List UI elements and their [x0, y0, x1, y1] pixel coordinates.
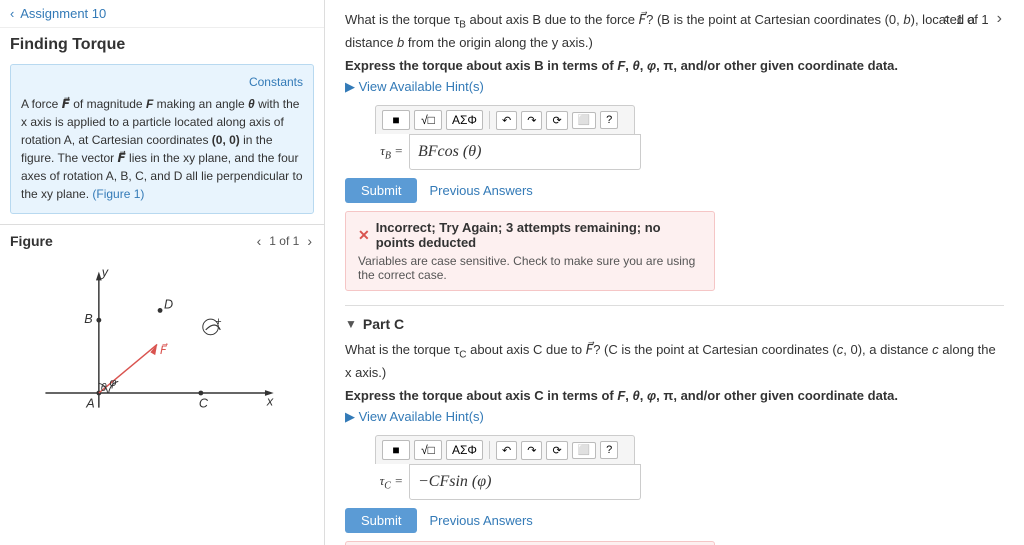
part-c-prev-answers[interactable]: Previous Answers [429, 513, 532, 528]
part-c-section: ▼ Part C What is the torque τC about axi… [345, 316, 1004, 545]
part-b-submit-row: Submit Previous Answers [345, 178, 1004, 203]
figure-svg: y x B D A [10, 257, 314, 427]
pagination-next[interactable]: › [995, 10, 1004, 28]
part-c-title: Part C [363, 316, 404, 332]
part-b-express: Express the torque about axis B in terms… [345, 58, 1004, 73]
part-c-submit-btn[interactable]: Submit [345, 508, 417, 533]
part-c-undo-btn[interactable]: ↶ [496, 441, 517, 460]
left-panel: ‹ Assignment 10 Finding Torque Constants… [0, 0, 325, 545]
toolbar-sep-1 [489, 111, 490, 129]
part-b-undo-btn[interactable]: ↶ [496, 111, 517, 130]
assignment-header: ‹ Assignment 10 [0, 0, 324, 28]
part-b-submit-btn[interactable]: Submit [345, 178, 417, 203]
figure-title: Figure [10, 233, 53, 249]
part-b-matrix-btn[interactable]: ■ [382, 110, 410, 130]
part-c-input[interactable]: − CF sin (φ) [409, 464, 641, 500]
pagination-prev[interactable]: ‹ [941, 10, 950, 28]
assignment-back-label: Assignment 10 [20, 6, 106, 21]
part-b-prev-answers[interactable]: Previous Answers [429, 183, 532, 198]
figure-next-btn[interactable]: › [305, 233, 314, 249]
part-b-input-row: τB = BF cos (θ) [375, 134, 1004, 170]
svg-text:y: y [101, 265, 109, 279]
part-b-help-btn[interactable]: ? [600, 111, 618, 129]
part-b-error-icon: ✕ [358, 227, 370, 244]
part-b-keyboard-btn[interactable]: ⬜ [572, 112, 596, 129]
part-c-matrix-btn[interactable]: ■ [382, 440, 410, 460]
part-b-feedback-title: Incorrect; Try Again; 3 attempts remaini… [376, 220, 702, 250]
svg-text:F⃗: F⃗ [160, 343, 168, 357]
part-c-collapse-icon[interactable]: ▼ [345, 317, 357, 331]
part-c-question: What is the torque τC about axis C due t… [345, 340, 1004, 382]
part-c-hint-link[interactable]: ▶ View Available Hint(s) [345, 409, 1004, 425]
part-b-feedback: ✕ Incorrect; Try Again; 3 attempts remai… [345, 211, 715, 291]
part-c-express: Express the torque about axis C in terms… [345, 388, 1004, 403]
part-b-hint-arrow: ▶ [345, 79, 355, 94]
part-c-input-row: τC = − CF sin (φ) [375, 464, 1004, 500]
part-b-feedback-header: ✕ Incorrect; Try Again; 3 attempts remai… [358, 220, 702, 250]
part-b-question: What is the torque τB about axis B due t… [345, 10, 1004, 52]
part-b-input[interactable]: BF cos (θ) [409, 134, 641, 170]
figure-header: Figure ‹ 1 of 1 › [10, 233, 314, 249]
part-c-help-btn[interactable]: ? [600, 441, 618, 459]
top-pagination: ‹ 1 of 1 › [941, 10, 1004, 28]
assignment-back-link[interactable]: ‹ Assignment 10 [10, 6, 106, 21]
part-c-header-row: ▼ Part C [345, 316, 1004, 332]
svg-text:θ: θ [101, 382, 107, 394]
svg-text:φ: φ [110, 377, 117, 389]
svg-text:C: C [199, 397, 209, 411]
figure-nav-text: 1 of 1 [269, 234, 299, 248]
part-c-symbols-btn[interactable]: ΑΣΦ [446, 440, 483, 460]
part-b-sqrt-btn[interactable]: √□ [414, 110, 442, 130]
svg-text:B: B [84, 312, 92, 326]
figure-prev-btn[interactable]: ‹ [255, 233, 264, 249]
part-c-redo-btn[interactable]: ↷ [521, 441, 542, 460]
part-divider [345, 305, 1004, 306]
part-c-reset-btn[interactable]: ⟳ [546, 441, 567, 460]
right-panel: What is the torque τB about axis B due t… [325, 0, 1024, 545]
part-b-hint-link[interactable]: ▶ View Available Hint(s) [345, 79, 1004, 95]
svg-text:D: D [164, 297, 173, 311]
svg-text:x: x [266, 395, 274, 409]
figure-section: Figure ‹ 1 of 1 › [0, 224, 324, 435]
part-c-toolbar-sep-1 [489, 441, 490, 459]
svg-text:A: A [85, 397, 94, 411]
figure-nav: ‹ 1 of 1 › [255, 233, 314, 249]
constants-link[interactable]: Constants [21, 75, 303, 89]
part-b-input-label: τB = [375, 143, 403, 162]
part-c-sqrt-btn[interactable]: √□ [414, 440, 442, 460]
constants-text: A force F⃗ of magnitude F making an angl… [21, 95, 303, 203]
part-b-reset-btn[interactable]: ⟳ [546, 111, 567, 130]
part-c-toolbar: ■ √□ ΑΣΦ ↶ ↷ ⟳ ⬜ ? [375, 435, 635, 464]
part-c-feedback: ✕ Incorrect; Try Again; 5 attempts remai… [345, 541, 715, 545]
part-c-submit-row: Submit Previous Answers [345, 508, 1004, 533]
constants-section: Constants A force F⃗ of magnitude F maki… [10, 64, 314, 214]
part-c-keyboard-btn[interactable]: ⬜ [572, 442, 596, 459]
part-c-hint-arrow: ▶ [345, 409, 355, 424]
part-b-toolbar: ■ √□ ΑΣΦ ↶ ↷ ⟳ ⬜ ? [375, 105, 635, 134]
part-b-section: What is the torque τB about axis B due t… [345, 10, 1004, 291]
part-c-input-label: τC = [375, 473, 403, 492]
pagination-text: 1 of 1 [956, 12, 989, 27]
figure-diagram: y x B D A [10, 257, 314, 427]
back-arrow-icon: ‹ [10, 6, 14, 21]
page-title: Finding Torque [0, 28, 324, 64]
part-b-redo-btn[interactable]: ↷ [521, 111, 542, 130]
part-b-symbols-btn[interactable]: ΑΣΦ [446, 110, 483, 130]
part-b-feedback-body: Variables are case sensitive. Check to m… [358, 254, 702, 282]
